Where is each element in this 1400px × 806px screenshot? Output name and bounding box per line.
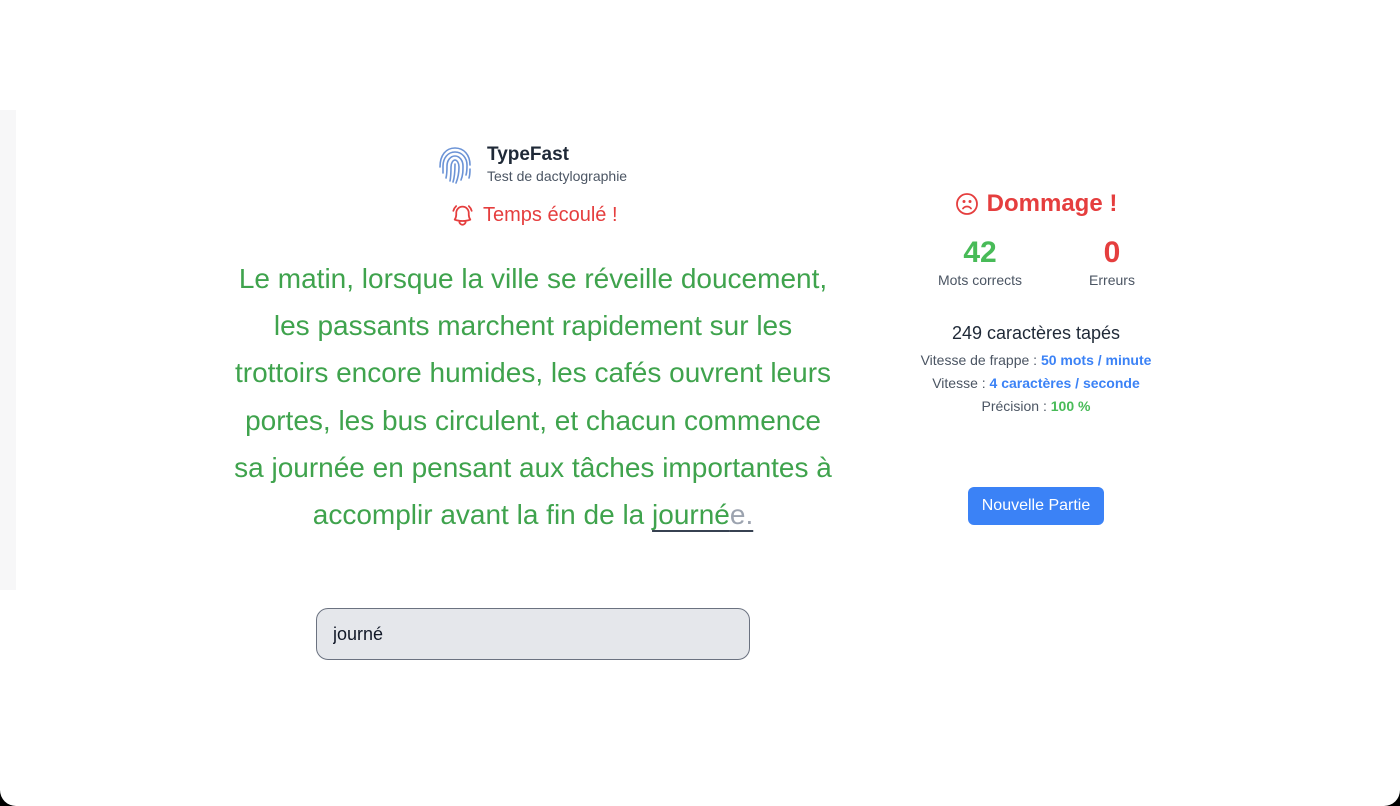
sad-face-icon xyxy=(955,193,978,215)
accuracy-value: 100 % xyxy=(1050,398,1091,414)
accuracy-metric: Précision : 100 % xyxy=(856,398,1216,414)
result-title-text: Dommage ! xyxy=(986,190,1118,217)
errors-value: 0 xyxy=(1103,236,1121,269)
brand-header: TypeFast Test de dactylographie xyxy=(434,143,627,185)
typing-input[interactable] xyxy=(316,608,750,660)
correct-words-stat: 42 Mots corrects xyxy=(920,235,1040,289)
char-speed-value: 4 caractères / seconde xyxy=(989,375,1140,391)
time-up-message: Temps écoulé ! xyxy=(483,204,618,226)
errors-label: Erreurs xyxy=(1089,272,1135,288)
fingerprint-icon xyxy=(439,147,471,184)
current-word-remaining: e. xyxy=(729,499,754,531)
typing-speed-value: 50 mots / minute xyxy=(1040,352,1152,368)
current-word: journée. xyxy=(652,499,753,530)
errors-stat: 0 Erreurs xyxy=(1052,235,1172,289)
time-up-status: Temps écoulé ! xyxy=(450,203,618,228)
correct-words-label: Mots corrects xyxy=(937,272,1022,288)
typing-speed-metric: Vitesse de frappe : 50 mots / minute xyxy=(856,352,1216,368)
accuracy-label: Précision : xyxy=(981,398,1051,414)
app-window: TypeFast Test de dactylographie Temps éc… xyxy=(0,0,1400,806)
completed-text: Le matin, lorsque la ville se réveille d… xyxy=(234,263,832,531)
side-strip xyxy=(0,110,16,590)
app-name: TypeFast xyxy=(487,144,570,165)
correct-words-value: 42 xyxy=(963,236,997,269)
app-subtitle: Test de dactylographie xyxy=(487,168,628,184)
char-speed-label: Vitesse : xyxy=(932,375,990,391)
chars-typed: 249 caractères tapés xyxy=(951,323,1121,343)
current-word-typed: journé xyxy=(652,499,730,531)
typing-passage: Le matin, lorsque la ville se réveille d… xyxy=(228,255,838,538)
new-game-button[interactable]: Nouvelle Partie xyxy=(968,487,1104,525)
typing-speed-label: Vitesse de frappe : xyxy=(920,352,1041,368)
bell-alert-icon xyxy=(452,205,473,226)
result-title: Dommage ! xyxy=(936,190,1136,218)
char-speed-metric: Vitesse : 4 caractères / seconde xyxy=(856,375,1216,391)
